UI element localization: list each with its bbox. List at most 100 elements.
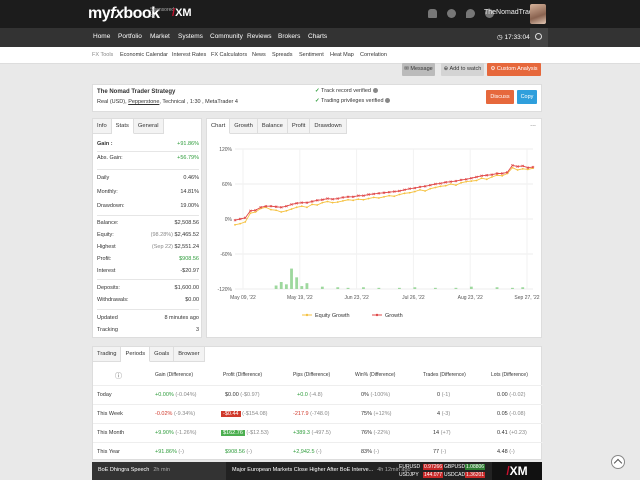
xm-ticker-logo[interactable]: /XM [492, 462, 542, 480]
data-point [275, 209, 278, 212]
data-point [234, 223, 236, 226]
data-point [485, 178, 488, 181]
data-point [429, 187, 432, 190]
info-icon[interactable]: ⓘ [115, 371, 122, 381]
tab-goals[interactable]: Goals [150, 347, 175, 362]
top-bar: myfxbook Sponsored by /XM TheNomadTrader [0, 0, 640, 28]
table-row[interactable]: This Month +9.90% (-1.26%) $162.76 (-$12… [93, 423, 543, 442]
subnav-spreads[interactable]: Spreads [272, 52, 293, 58]
custom-analysis-button[interactable]: ⚙ Custom Analysis [487, 63, 541, 76]
scroll-to-top-button[interactable] [611, 455, 625, 469]
header-lots[interactable]: Lots (Difference) [491, 372, 528, 378]
nav-brokers[interactable]: Brokers [278, 33, 300, 40]
copy-button[interactable]: Copy [517, 90, 537, 104]
tab-trading[interactable]: Trading [93, 347, 122, 362]
discuss-button[interactable]: Discuss [486, 90, 514, 104]
tab-drawdown[interactable]: Drawdown [310, 119, 347, 134]
subnav-sentiment[interactable]: Sentiment [299, 52, 324, 58]
broker-link[interactable]: Pepperstone [128, 99, 159, 105]
tab-general[interactable]: General [133, 119, 164, 134]
track-record-verified: ✓ Track record verified [315, 88, 378, 94]
header-gain[interactable]: Gain (Difference) [155, 372, 193, 378]
nav-reviews[interactable]: Reviews [247, 33, 272, 40]
data-point [357, 198, 360, 201]
x-tick-label: Jun 23, '22 [344, 295, 369, 301]
nav-charts[interactable]: Charts [308, 33, 327, 40]
data-point [367, 197, 370, 200]
data-point [419, 188, 421, 191]
subnav-economic-calendar[interactable]: Economic Calendar [120, 52, 168, 58]
data-point [280, 211, 283, 213]
data-point [300, 205, 303, 208]
message-button[interactable]: ✉ Message [402, 63, 435, 76]
myfxbook-logo[interactable]: myfxbook [88, 5, 160, 23]
info-icon[interactable] [372, 88, 378, 94]
bar [521, 287, 525, 289]
bar [454, 287, 458, 289]
tab-stats[interactable]: Stats [111, 119, 134, 134]
avatar[interactable] [530, 4, 546, 24]
header-pips[interactable]: Pips (Difference) [293, 372, 330, 378]
tab-browser[interactable]: Browser [174, 347, 205, 362]
data-point [449, 183, 452, 185]
table-row[interactable]: This Week -0.02% (-9.34%) -$0.44 (-$154.… [93, 404, 543, 423]
data-point [341, 200, 344, 202]
subnav-fx-calculators[interactable]: FX Calculators [211, 52, 247, 58]
alert-icon[interactable] [447, 9, 456, 18]
data-point [321, 201, 324, 204]
subnav-news[interactable]: News [252, 52, 266, 58]
data-point [465, 180, 468, 183]
strategy-card: The Nomad Trader Strategy Real (USD), Pe… [92, 84, 542, 112]
fx-quotes: EURUSD 0.97266 GBPUSD 1.08806 USDJPY 144.07… [399, 464, 486, 478]
subnav-correlation[interactable]: Correlation [360, 52, 387, 58]
header-trades[interactable]: Trades (Difference) [423, 372, 466, 378]
ticker-event[interactable]: BoE Dhingra Speech 2h min [92, 462, 226, 480]
ticker-news[interactable]: Major European Markets Close Higher Afte… [232, 467, 411, 473]
chat-icon[interactable] [466, 9, 475, 18]
data-point [285, 209, 288, 212]
data-point [377, 197, 380, 199]
legend-label: Growth [385, 313, 403, 319]
tab-growth[interactable]: Growth [230, 119, 258, 134]
bar [413, 287, 417, 289]
data-point [331, 201, 334, 204]
chart-menu-icon[interactable]: ... [530, 121, 536, 128]
bar [279, 282, 283, 289]
growth-chart: 120% 60% 0% -60% -120% May 09, '22 May 19, '22… [218, 147, 540, 319]
table-row[interactable]: Today +0.00% (-0.04%) $0.00 (-$0.97) +0.… [93, 385, 543, 404]
data-point [383, 195, 385, 198]
tab-balance[interactable]: Balance [257, 119, 288, 134]
y-tick-label: -60% [220, 252, 232, 258]
subnav-fx-tools[interactable]: FX Tools [92, 52, 113, 58]
info-panel: Info Stats General Gain : +91.86% Abs. Ga… [92, 118, 202, 338]
tab-info[interactable]: Info [93, 119, 112, 134]
info-icon[interactable] [385, 98, 391, 104]
data-point [372, 196, 375, 199]
add-to-watch-button[interactable]: ⊕ Add to watch [441, 63, 484, 76]
nav-community[interactable]: Community [210, 33, 243, 40]
nav-portfolio[interactable]: Portfolio [118, 33, 142, 40]
strategy-details: Real (USD), Pepperstone, Technical , 1:3… [97, 99, 238, 105]
news-ticker: BoE Dhingra Speech 2h min Major European … [92, 462, 542, 480]
subnav-interest-rates[interactable]: Interest Rates [172, 52, 206, 58]
header-win[interactable]: Win% (Difference) [355, 372, 395, 378]
nav-home[interactable]: Home [93, 33, 110, 40]
header-profit[interactable]: Profit (Difference) [223, 372, 262, 378]
notification-bell-icon[interactable] [428, 9, 437, 18]
data-point [439, 185, 442, 188]
bar [274, 285, 278, 289]
trading-periods-panel: Trading Periods Goals Browser ⓘ Gain (Di… [92, 346, 543, 461]
table-row[interactable]: This Year +91.86% (-) $908.56 (-) +2,942… [93, 442, 543, 461]
data-point [244, 221, 247, 223]
tab-periods[interactable]: Periods [121, 347, 151, 362]
search-icon[interactable] [530, 28, 548, 47]
xm-logo[interactable]: /XM [172, 7, 192, 19]
tab-profit[interactable]: Profit [287, 119, 311, 134]
subnav-heat-map[interactable]: Heat Map [330, 52, 354, 58]
trading-privileges-verified: ✓ Trading privileges verified [315, 98, 391, 104]
tab-chart[interactable]: Chart [207, 119, 231, 134]
bar [305, 283, 309, 289]
nav-market[interactable]: Market [150, 33, 170, 40]
nav-systems[interactable]: Systems [178, 33, 203, 40]
data-point [249, 212, 252, 215]
